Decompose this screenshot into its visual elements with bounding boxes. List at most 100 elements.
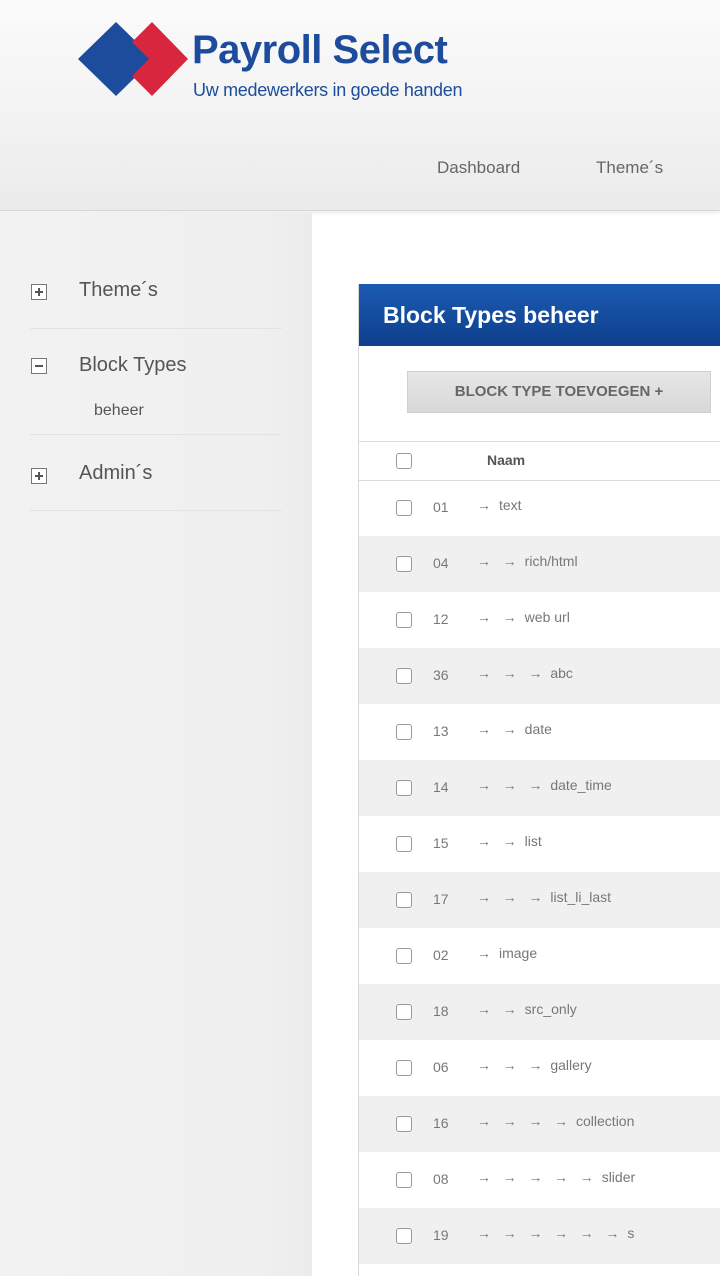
indent-arrow-icon: → <box>477 945 491 961</box>
block-type-name-link[interactable]: slider <box>602 1169 635 1185</box>
row-checkbox[interactable] <box>396 556 412 572</box>
row-name-cell: → text <box>477 497 522 513</box>
expand-plus-icon[interactable] <box>31 468 47 484</box>
block-type-name-link[interactable]: date_time <box>550 777 611 793</box>
row-id: 19 <box>433 1227 449 1243</box>
table-row[interactable]: 04 → → rich/html <box>359 536 720 592</box>
indent-arrow-icon: → → <box>477 609 517 625</box>
block-types-panel: Block Types beheer BLOCK TYPE TOEVOEGEN … <box>358 284 720 1276</box>
row-name-cell: → → src_only <box>477 1001 577 1017</box>
row-name-cell: → → rich/html <box>477 553 578 569</box>
indent-arrow-icon: → → <box>477 833 517 849</box>
block-type-name-link[interactable]: rich/html <box>525 553 578 569</box>
row-name-cell: → → → list_li_last <box>477 889 611 905</box>
row-name-cell: → → → abc <box>477 665 573 681</box>
brand-tagline: Uw medewerkers in goede handen <box>193 80 463 100</box>
table-row[interactable]: 36 → → → abc <box>359 648 720 704</box>
sidebar-divider <box>30 510 282 511</box>
row-name-cell: → → → → → slider <box>477 1169 635 1185</box>
row-checkbox[interactable] <box>396 1228 412 1244</box>
add-button-label: BLOCK TYPE TOEVOEGEN <box>454 383 651 400</box>
sidebar-item-label[interactable]: Admin´s <box>79 462 152 485</box>
sidebar-divider <box>30 328 282 329</box>
indent-arrow-icon: → → → <box>477 777 543 793</box>
table-row[interactable]: 18 → → src_only <box>359 984 720 1040</box>
indent-arrow-icon: → <box>477 497 491 513</box>
row-checkbox[interactable] <box>396 668 412 684</box>
row-id: 01 <box>433 499 449 515</box>
table-row[interactable]: 16 → → → → collection <box>359 1096 720 1152</box>
block-type-name-link[interactable]: date <box>525 721 552 737</box>
block-type-name-link[interactable]: gallery <box>550 1057 591 1073</box>
table-row[interactable]: 19 → → → → → → s <box>359 1208 720 1264</box>
row-id: 17 <box>433 891 449 907</box>
sidebar-item-label[interactable]: Theme´s <box>79 279 158 302</box>
row-name-cell: → → → → collection <box>477 1113 634 1129</box>
row-id: 12 <box>433 611 449 627</box>
row-id: 02 <box>433 947 449 963</box>
block-type-name-link[interactable]: s <box>627 1225 634 1241</box>
table-row[interactable]: 08 → → → → → slider <box>359 1152 720 1208</box>
indent-arrow-icon: → → <box>477 553 517 569</box>
table-row[interactable]: 13 → → date <box>359 704 720 760</box>
indent-arrow-icon: → → → <box>477 1057 543 1073</box>
row-checkbox[interactable] <box>396 1116 412 1132</box>
top-navigation: Dashboard Theme´s <box>0 158 720 184</box>
collapse-minus-icon[interactable] <box>31 358 47 374</box>
row-id: 36 <box>433 667 449 683</box>
table-row[interactable]: 02 → image <box>359 928 720 984</box>
row-name-cell: → → → → → → s <box>477 1225 634 1241</box>
row-checkbox[interactable] <box>396 612 412 628</box>
row-checkbox[interactable] <box>396 836 412 852</box>
block-type-name-link[interactable]: text <box>499 497 522 513</box>
row-checkbox[interactable] <box>396 1172 412 1188</box>
block-type-name-link[interactable]: abc <box>550 665 573 681</box>
table-row[interactable]: 01 → text <box>359 480 720 536</box>
row-id: 14 <box>433 779 449 795</box>
row-checkbox[interactable] <box>396 892 412 908</box>
panel-header: Block Types beheer <box>359 284 720 346</box>
row-checkbox[interactable] <box>396 948 412 964</box>
row-name-cell: → → list <box>477 833 542 849</box>
indent-arrow-icon: → → → → <box>477 1113 569 1129</box>
sidebar-subitem-beheer[interactable]: beheer <box>94 402 144 420</box>
expand-plus-icon[interactable] <box>31 284 47 300</box>
panel-title: Block Types beheer <box>383 302 599 328</box>
sidebar-item-label[interactable]: Block Types <box>79 354 186 377</box>
table-row[interactable]: 12 → → web url <box>359 592 720 648</box>
block-type-name-link[interactable]: src_only <box>525 1001 577 1017</box>
block-type-name-link[interactable]: list_li_last <box>550 889 611 905</box>
row-checkbox[interactable] <box>396 724 412 740</box>
row-checkbox[interactable] <box>396 780 412 796</box>
table-row[interactable]: 15 → → list <box>359 816 720 872</box>
table-row[interactable]: 06 → → → gallery <box>359 1040 720 1096</box>
column-header-naam[interactable]: Naam <box>487 452 525 468</box>
add-block-type-button[interactable]: BLOCK TYPE TOEVOEGEN + <box>407 371 711 413</box>
block-type-name-link[interactable]: collection <box>576 1113 634 1129</box>
select-all-checkbox[interactable] <box>396 453 412 469</box>
indent-arrow-icon: → → → → → <box>477 1169 594 1185</box>
plus-icon: + <box>654 383 664 400</box>
block-type-name-link[interactable]: image <box>499 945 537 961</box>
brand-name[interactable]: Payroll Select <box>192 30 448 70</box>
nav-item-themes[interactable]: Theme´s <box>596 158 663 178</box>
row-checkbox[interactable] <box>396 1004 412 1020</box>
table-row[interactable]: 14 → → → date_time <box>359 760 720 816</box>
row-name-cell: → → → gallery <box>477 1057 592 1073</box>
row-checkbox[interactable] <box>396 500 412 516</box>
block-type-name-link[interactable]: web url <box>525 609 570 625</box>
payroll-select-logo-icon[interactable] <box>78 20 190 98</box>
row-name-cell: → → date <box>477 721 552 737</box>
table-row[interactable]: 17 → → → list_li_last <box>359 872 720 928</box>
nav-item-dashboard[interactable]: Dashboard <box>437 158 520 178</box>
block-type-name-link[interactable]: list <box>525 833 542 849</box>
indent-arrow-icon: → → → → → → <box>477 1225 620 1241</box>
indent-arrow-icon: → → <box>477 721 517 737</box>
sidebar: Theme´s Block Types beheer Admin´s <box>0 212 312 1276</box>
row-id: 13 <box>433 723 449 739</box>
row-checkbox[interactable] <box>396 1060 412 1076</box>
sidebar-divider <box>30 434 282 435</box>
row-id: 18 <box>433 1003 449 1019</box>
indent-arrow-icon: → → → <box>477 665 543 681</box>
indent-arrow-icon: → → → <box>477 889 543 905</box>
